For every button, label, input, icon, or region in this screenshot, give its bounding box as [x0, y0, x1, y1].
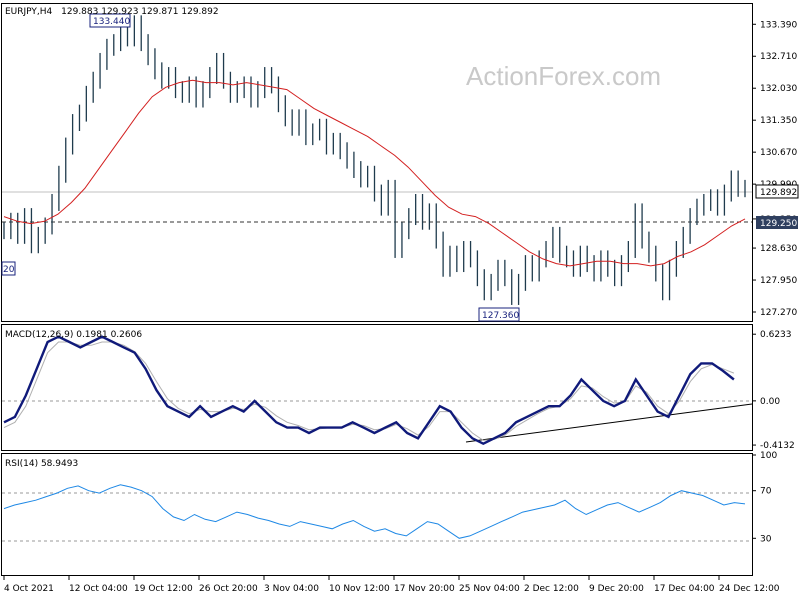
y-tick-label: 100 [760, 451, 777, 461]
symbol-timeframe: EURJPY,H4 [5, 7, 53, 17]
x-tick-label: 17 Dec 04:00 [654, 584, 715, 594]
rsi-title: RSI(14) 58.9493 [5, 459, 78, 469]
x-tick-label: 19 Oct 12:00 [134, 584, 193, 594]
y-tick-label: 128.630 [760, 244, 797, 254]
watermark: ActionForex.com [466, 61, 661, 91]
y-tick-label: 132.030 [760, 84, 797, 94]
x-tick-label: 12 Oct 04:00 [69, 584, 128, 594]
y-tick-label: 127.270 [760, 308, 797, 318]
x-tick-label: 25 Nov 04:00 [459, 584, 520, 594]
x-tick-label: 24 Dec 12:00 [719, 584, 780, 594]
low-annotation-text: 127.360 [482, 311, 519, 321]
last-price-label: 129.892 [760, 188, 797, 198]
x-tick-label: 3 Nov 04:00 [264, 584, 319, 594]
y-tick-label: 127.950 [760, 276, 797, 286]
x-tick-label: 4 Oct 2021 [4, 584, 54, 594]
price-title: EURJPY,H4 129.883 129.923 129.871 129.89… [5, 7, 219, 17]
y-tick-label: 133.390 [760, 20, 797, 30]
x-tick-label: 9 Dec 20:00 [589, 584, 644, 594]
y-tick-label: -0.4132 [760, 441, 795, 451]
left-annotation-text: 20 [3, 265, 15, 275]
support-label: 129.250 [760, 219, 797, 229]
x-tick-label: 26 Oct 20:00 [199, 584, 258, 594]
y-tick-label: 130.670 [760, 148, 797, 158]
y-tick-label: 0.6233 [760, 330, 792, 340]
y-tick-label: 0.00 [760, 397, 780, 407]
chart-background [0, 0, 800, 600]
macd-title: MACD(12,26,9) 0.1981 0.2606 [5, 330, 142, 340]
chart-svg: ActionForex.com 133.390 132.710 132.030 131… [0, 0, 800, 600]
y-tick-label: 30 [760, 534, 772, 544]
x-tick-label: 10 Nov 12:00 [329, 584, 390, 594]
x-tick-label: 17 Nov 20:00 [394, 584, 455, 594]
chart-stage: ActionForex.com 133.390 132.710 132.030 131… [0, 0, 800, 600]
y-tick-label: 132.710 [760, 52, 797, 62]
y-tick-label: 70 [760, 487, 772, 497]
x-tick-label: 2 Dec 12:00 [524, 584, 579, 594]
y-tick-label: 131.350 [760, 116, 797, 126]
ohlc-values: 129.883 129.923 129.871 129.892 [61, 7, 218, 17]
high-annotation-text: 133.440 [93, 17, 130, 27]
